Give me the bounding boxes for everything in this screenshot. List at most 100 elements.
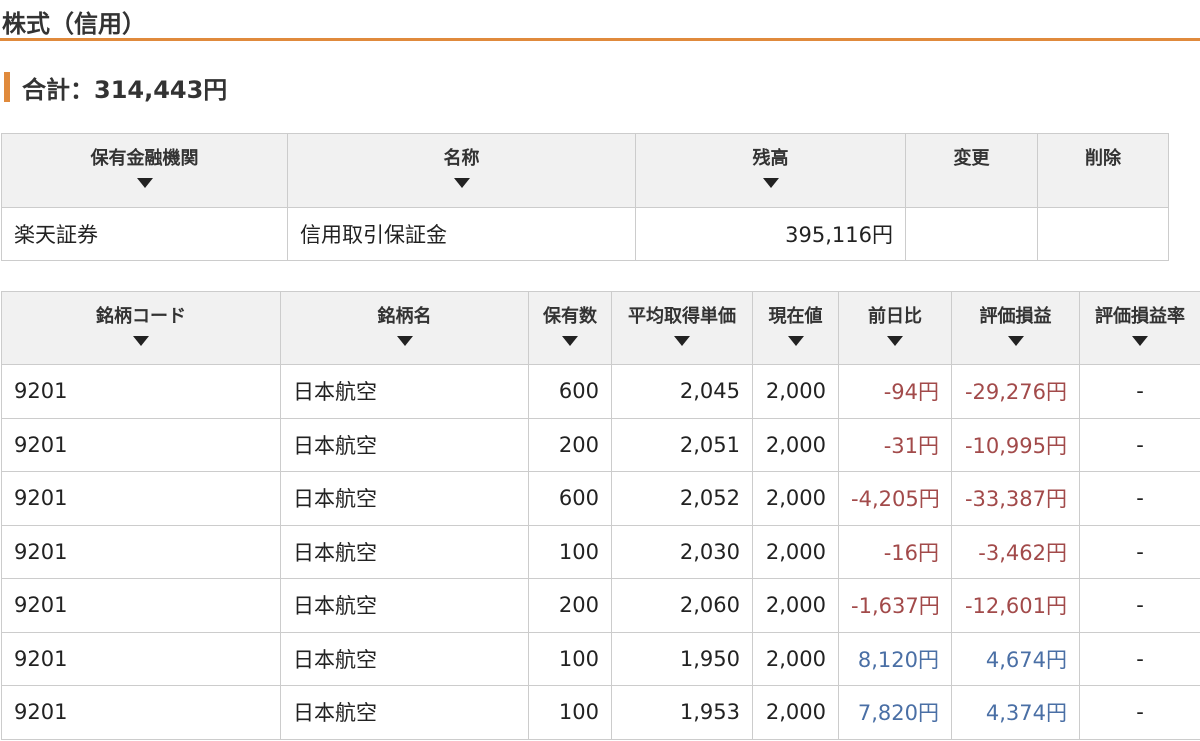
cell-stock-name: 日本航空 [280,471,529,526]
cell-avg-cost: 2,060 [611,578,753,633]
col-day-change-label: 前日比 [868,306,922,327]
cell-price: 2,000 [752,417,839,472]
cell-pnl-rate: - [1079,578,1200,633]
triangle-down-icon[interactable] [562,336,578,346]
cell-price: 2,000 [752,578,839,633]
triangle-down-icon[interactable] [762,178,779,188]
cell-pnl: -33,387円 [951,471,1080,526]
triangle-down-icon[interactable] [787,336,804,346]
cell-stock-name: 日本航空 [280,524,529,579]
cell-pnl: -29,276円 [951,364,1080,419]
col-code[interactable]: 銘柄コード [1,291,281,365]
col-pnl-label: 評価損益 [979,306,1052,327]
cell-code: 9201 [1,364,281,419]
holding-row: 9201 日本航空 100 1,950 2,000 8,120円 4,674円 … [1,631,1200,686]
account-table: 保有金融機関 名称 残高 変更 削除 楽天証券 信用取引保証金 395,116円 [1,133,1169,261]
cell-quantity: 200 [528,578,612,633]
cell-avg-cost: 1,953 [611,685,753,740]
cell-pnl-rate: - [1079,417,1200,472]
cell-avg-cost: 1,950 [611,631,753,686]
cell-pnl: -3,462円 [951,524,1080,579]
col-edit: 変更 [905,133,1038,208]
cell-price: 2,000 [752,471,839,526]
cell-day-change: 8,120円 [838,631,952,686]
cell-quantity: 100 [528,685,612,740]
holding-row: 9201 日本航空 100 2,030 2,000 -16円 -3,462円 - [1,524,1200,579]
holdings-table: 銘柄コード 銘柄名 保有数 平均取得単価 現在値 前日比 評価損益 評価損益率 … [1,291,1200,740]
cell-price: 2,000 [752,631,839,686]
cell-avg-cost: 2,051 [611,417,753,472]
cell-stock-name: 日本航空 [280,417,529,472]
total-summary: 合計：314,443円 [4,72,227,104]
col-institution-label: 保有金融機関 [90,148,199,169]
holding-row: 9201 日本航空 100 1,953 2,000 7,820円 4,374円 … [1,685,1200,740]
holding-row: 9201 日本航空 200 2,060 2,000 -1,637円 -12,60… [1,578,1200,633]
col-balance-label: 残高 [752,148,789,169]
col-pnl-rate[interactable]: 評価損益率 [1079,291,1200,365]
col-code-label: 銘柄コード [96,306,186,327]
col-delete: 削除 [1037,133,1169,208]
triangle-down-icon[interactable] [396,336,413,346]
cell-institution: 楽天証券 [1,207,288,261]
cell-quantity: 200 [528,417,612,472]
cell-code: 9201 [1,578,281,633]
col-stock-name[interactable]: 銘柄名 [280,291,529,365]
col-account-name[interactable]: 名称 [287,133,636,208]
triangle-down-icon[interactable] [887,336,903,346]
cell-code: 9201 [1,417,281,472]
triangle-down-icon[interactable] [674,336,690,346]
cell-pnl-rate: - [1079,471,1200,526]
col-day-change[interactable]: 前日比 [838,291,952,365]
col-quantity-label: 保有数 [543,306,597,327]
cell-pnl-rate: - [1079,631,1200,686]
account-table-header: 保有金融機関 名称 残高 変更 削除 [1,133,1169,208]
cell-avg-cost: 2,045 [611,364,753,419]
cell-code: 9201 [1,685,281,740]
triangle-down-icon[interactable] [133,336,149,346]
cell-stock-name: 日本航空 [280,578,529,633]
cell-pnl-rate: - [1079,685,1200,740]
cell-quantity: 100 [528,631,612,686]
total-accent-bar [4,72,10,102]
col-balance[interactable]: 残高 [635,133,906,208]
holdings-table-header: 銘柄コード 銘柄名 保有数 平均取得単価 現在値 前日比 評価損益 評価損益率 [1,291,1200,365]
cell-balance: 395,116円 [635,207,906,261]
cell-stock-name: 日本航空 [280,364,529,419]
triangle-down-icon[interactable] [453,178,470,188]
col-avg-cost[interactable]: 平均取得単価 [611,291,753,365]
holding-row: 9201 日本航空 600 2,052 2,000 -4,205円 -33,38… [1,471,1200,526]
cell-quantity: 600 [528,364,612,419]
col-avg-cost-label: 平均取得単価 [628,306,736,327]
cell-day-change: 7,820円 [838,685,952,740]
holding-row: 9201 日本航空 600 2,045 2,000 -94円 -29,276円 … [1,364,1200,419]
col-delete-label: 削除 [1085,148,1121,169]
cell-day-change: -16円 [838,524,952,579]
col-institution[interactable]: 保有金融機関 [1,133,288,208]
triangle-down-icon[interactable] [1132,336,1148,346]
col-account-name-label: 名称 [443,148,480,169]
section-title: 株式（信用） [2,10,146,38]
cell-price: 2,000 [752,685,839,740]
cell-price: 2,000 [752,364,839,419]
col-pnl-rate-label: 評価損益率 [1095,306,1185,327]
col-price[interactable]: 現在値 [752,291,839,365]
cell-edit[interactable] [905,207,1038,261]
cell-day-change: -31円 [838,417,952,472]
col-quantity[interactable]: 保有数 [528,291,612,365]
cell-code: 9201 [1,524,281,579]
col-stock-name-label: 銘柄名 [377,306,432,327]
cell-day-change: -4,205円 [838,471,952,526]
triangle-down-icon[interactable] [136,178,153,188]
cell-quantity: 600 [528,471,612,526]
cell-pnl: -10,995円 [951,417,1080,472]
cell-delete[interactable] [1037,207,1169,261]
col-price-label: 現在値 [768,306,823,327]
triangle-down-icon[interactable] [1007,336,1024,346]
col-pnl[interactable]: 評価損益 [951,291,1080,365]
cell-pnl: 4,374円 [951,685,1080,740]
cell-quantity: 100 [528,524,612,579]
cell-code: 9201 [1,471,281,526]
holding-row: 9201 日本航空 200 2,051 2,000 -31円 -10,995円 … [1,417,1200,472]
cell-price: 2,000 [752,524,839,579]
section-header: 株式（信用） [0,0,1200,41]
